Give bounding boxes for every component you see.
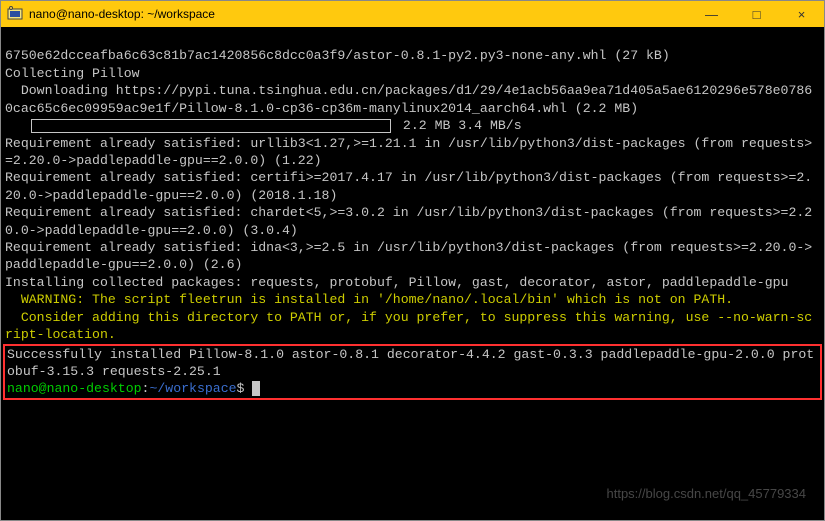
app-icon [7,6,23,22]
close-button[interactable]: × [779,1,824,27]
output-line: Installing collected packages: requests,… [5,275,788,290]
output-line: Collecting Pillow [5,66,140,81]
progress-row: 2.2 MB 3.4 MB/s [5,118,522,133]
progress-text: 2.2 MB 3.4 MB/s [395,118,522,133]
prompt-path: ~/workspace [149,381,236,396]
title-bar[interactable]: nano@nano-desktop: ~/workspace — □ × [1,1,824,27]
window-title: nano@nano-desktop: ~/workspace [29,7,689,21]
prompt-userhost: nano@nano-desktop [7,381,142,396]
warning-line: WARNING: The script fleetrun is installe… [5,292,733,307]
maximize-button[interactable]: □ [734,1,779,27]
prompt-end: $ [237,381,245,396]
output-line: Requirement already satisfied: certifi>=… [5,170,812,202]
output-line: Requirement already satisfied: chardet<5… [5,205,812,237]
window-controls: — □ × [689,1,824,27]
highlight-box: Successfully installed Pillow-8.1.0 asto… [3,344,822,400]
terminal-body[interactable]: 6750e62dcceafba6c63c81b7ac1420856c8dcc0a… [1,27,824,520]
output-line: 6750e62dcceafba6c63c81b7ac1420856c8dcc0a… [5,48,670,63]
progress-bar [31,119,391,133]
watermark: https://blog.csdn.net/qq_45779334 [607,485,807,502]
warning-line: Consider adding this directory to PATH o… [5,310,812,342]
output-line: Downloading https://pypi.tuna.tsinghua.e… [5,83,812,115]
output-line: Requirement already satisfied: urllib3<1… [5,136,812,168]
success-line: Successfully installed Pillow-8.1.0 asto… [7,347,814,379]
shell-prompt: nano@nano-desktop:~/workspace$ [7,381,260,396]
putty-window: nano@nano-desktop: ~/workspace — □ × 675… [0,0,825,521]
output-line: Requirement already satisfied: idna<3,>=… [5,240,812,272]
cursor [252,381,260,396]
minimize-button[interactable]: — [689,1,734,27]
